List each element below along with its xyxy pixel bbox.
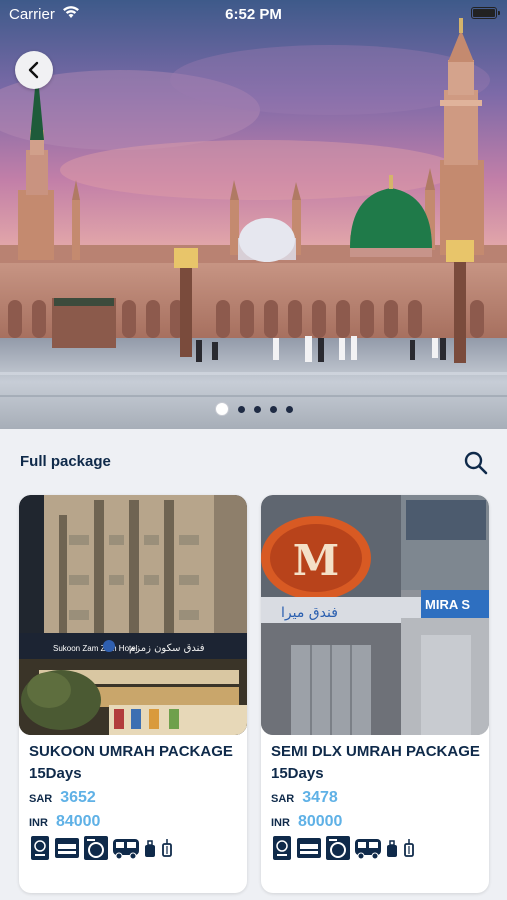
washing-machine-icon bbox=[84, 836, 108, 860]
carousel-dot[interactable] bbox=[237, 405, 245, 413]
hotel-photo: M فندق ميرا MIRA S bbox=[261, 495, 489, 735]
back-button[interactable] bbox=[15, 51, 53, 89]
search-icon bbox=[464, 451, 488, 475]
svg-text:فندق سكون زمزم: فندق سكون زمزم bbox=[129, 643, 205, 654]
luggage-icon bbox=[387, 840, 397, 857]
price-amount: 3478 bbox=[302, 789, 338, 806]
hotel-photo: Sukoon Zam Zam Hotel فندق سكون زمزم bbox=[19, 495, 247, 735]
carousel-dot[interactable] bbox=[269, 405, 277, 413]
hotel-sign-text: Sukoon Zam Zam Hotel bbox=[53, 644, 138, 653]
carousel-dot-active[interactable] bbox=[214, 402, 229, 416]
price-sar: SAR 3652 bbox=[29, 789, 96, 807]
search-button[interactable] bbox=[462, 449, 490, 477]
hero-image-carousel[interactable]: Carrier 6:52 PM bbox=[0, 0, 507, 429]
package-title: SEMI DLX UMRAH PACKAGE 15Days bbox=[271, 743, 480, 782]
svg-text:فندق ميرا: فندق ميرا bbox=[281, 605, 338, 621]
carousel-page-indicator[interactable] bbox=[0, 401, 507, 417]
carousel-dot[interactable] bbox=[253, 405, 261, 413]
price-amount: 80000 bbox=[297, 813, 343, 830]
bed-icon bbox=[297, 838, 321, 858]
currency-label: SAR bbox=[271, 793, 295, 805]
currency-label: INR bbox=[29, 817, 48, 829]
package-card[interactable]: Sukoon Zam Zam Hotel فندق سكون زمزم SUKO… bbox=[19, 495, 247, 893]
package-image: Sukoon Zam Zam Hotel فندق سكون زمزم bbox=[19, 495, 247, 735]
trolley-icon bbox=[162, 839, 172, 857]
bus-icon bbox=[355, 839, 381, 860]
package-title: SUKOON UMRAH PACKAGE 15Days bbox=[29, 743, 233, 782]
currency-label: INR bbox=[271, 817, 290, 829]
chevron-left-icon bbox=[28, 61, 39, 79]
price-sar: SAR 3478 bbox=[271, 789, 338, 807]
price-amount: 3652 bbox=[60, 789, 96, 806]
washing-machine-icon bbox=[326, 836, 350, 860]
amenities-row bbox=[29, 835, 174, 861]
trolley-icon bbox=[404, 839, 414, 857]
price-inr: INR 84000 bbox=[29, 813, 100, 831]
bus-icon bbox=[113, 839, 139, 860]
hotel-logo-text: M bbox=[293, 536, 340, 585]
price-amount: 84000 bbox=[55, 813, 101, 830]
section-title: Full package bbox=[20, 453, 111, 470]
passport-icon bbox=[273, 836, 291, 860]
package-card[interactable]: M فندق ميرا MIRA S SEMI DLX UMRAH PACKAG… bbox=[261, 495, 489, 893]
luggage-icon bbox=[145, 840, 155, 857]
status-time: 6:52 PM bbox=[225, 6, 282, 23]
package-image: M فندق ميرا MIRA S bbox=[261, 495, 489, 735]
mosque-photo bbox=[0, 18, 507, 429]
hotel-sign-text: MIRA S bbox=[425, 597, 470, 612]
bed-icon bbox=[55, 838, 79, 858]
battery-icon bbox=[471, 7, 500, 19]
currency-label: SAR bbox=[29, 793, 53, 805]
price-inr: INR 80000 bbox=[271, 813, 342, 831]
carousel-dot[interactable] bbox=[285, 405, 293, 413]
status-bar: Carrier 6:52 PM bbox=[0, 0, 507, 30]
amenities-row bbox=[271, 835, 416, 861]
passport-icon bbox=[31, 836, 49, 860]
